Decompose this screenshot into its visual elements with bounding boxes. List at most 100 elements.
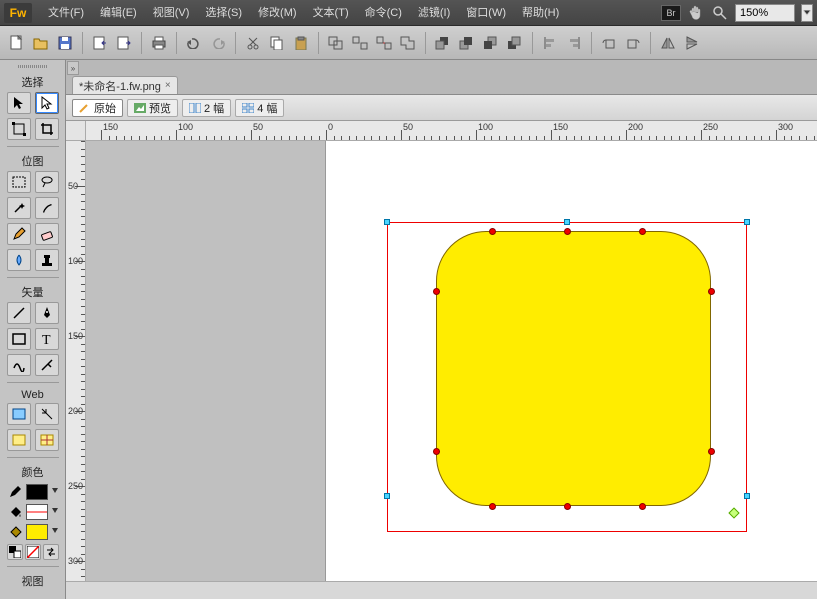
view-2up-button[interactable]: 2 幅 [182,99,231,117]
menu-help[interactable]: 帮助(H) [514,0,567,26]
selection-handle[interactable] [744,219,750,225]
brush-tool[interactable] [35,197,59,219]
anchor-point-handle[interactable] [564,228,571,235]
pen-tool[interactable] [35,302,59,324]
selection-handle[interactable] [564,219,570,225]
document-tab[interactable]: *未命名-1.fw.png × [72,76,178,94]
view-4up-button[interactable]: 4 幅 [235,99,284,117]
search-icon[interactable] [711,4,729,22]
hand-tool-icon[interactable] [687,4,705,22]
stamp-tool[interactable] [35,249,59,271]
swap-colors-button[interactable] [43,544,59,560]
selection-handle[interactable] [384,219,390,225]
undo-button[interactable] [183,32,205,54]
no-color-button[interactable] [25,544,41,560]
send-backward-button[interactable] [480,32,502,54]
menu-commands[interactable]: 命令(C) [357,0,410,26]
menu-file[interactable]: 文件(F) [40,0,92,26]
show-slices-button[interactable] [35,429,59,451]
knife-tool[interactable] [35,354,59,376]
pencil-tool[interactable] [7,223,31,245]
ungroup2-button[interactable] [373,32,395,54]
anchor-point-handle[interactable] [433,288,440,295]
eraser-tool[interactable] [35,223,59,245]
subselect-tool[interactable] [35,92,59,114]
ruler-vertical[interactable]: 50100150200250300350 [66,141,86,581]
print-button[interactable] [148,32,170,54]
union-button[interactable] [397,32,419,54]
document-tab-label: *未命名-1.fw.png [79,78,161,94]
menu-select[interactable]: 选择(S) [197,0,250,26]
export-button[interactable] [113,32,135,54]
hotspot-tool[interactable] [7,403,31,425]
rotate-right-button[interactable] [622,32,644,54]
stroke-swatch-dd[interactable] [52,488,58,496]
panel-grip[interactable] [5,62,61,70]
menu-text[interactable]: 文本(T) [305,0,357,26]
menu-filters[interactable]: 滤镜(I) [410,0,458,26]
zoom-input[interactable]: 150% [735,4,795,22]
flip-h-button[interactable] [657,32,679,54]
line-tool[interactable] [7,302,31,324]
crop-tool[interactable] [35,118,59,140]
import-button[interactable] [89,32,111,54]
ruler-horizontal[interactable]: 15010050050100150200250300350 [86,121,817,141]
menu-view[interactable]: 视图(V) [145,0,198,26]
slice-tool[interactable] [35,403,59,425]
menu-window[interactable]: 窗口(W) [458,0,514,26]
rotate-left-button[interactable] [598,32,620,54]
redo-button[interactable] [207,32,229,54]
fill-swatch[interactable] [26,524,48,540]
cut-button[interactable] [242,32,264,54]
align-right-button[interactable] [563,32,585,54]
anchor-point-handle[interactable] [489,228,496,235]
fill-swatch-dd[interactable] [52,508,58,516]
ruler-origin[interactable] [66,121,86,141]
selection-handle[interactable] [744,493,750,499]
fill2-swatch-dd[interactable] [52,528,58,536]
rect-tool[interactable] [7,328,31,350]
bring-forward-button[interactable] [456,32,478,54]
tp-section-bitmap: 位图 [22,153,44,169]
selection-handle[interactable] [384,493,390,499]
open-button[interactable] [30,32,52,54]
menu-edit[interactable]: 编辑(E) [92,0,145,26]
view-original-button[interactable]: 原始 [72,99,123,117]
fill-swatch-none[interactable] [26,504,48,520]
text-tool[interactable]: T [35,328,59,350]
anchor-point-handle[interactable] [639,228,646,235]
menu-modify[interactable]: 修改(M) [250,0,305,26]
close-tab-icon[interactable]: × [165,80,171,91]
align-left-button[interactable] [539,32,561,54]
anchor-point-handle[interactable] [708,448,715,455]
freeform-tool[interactable] [7,354,31,376]
anchor-point-handle[interactable] [639,503,646,510]
canvas-stage[interactable] [86,141,817,581]
ungroup-button[interactable] [349,32,371,54]
pointer-tool[interactable] [7,92,31,114]
wand-tool[interactable] [7,197,31,219]
save-button[interactable] [54,32,76,54]
blur-tool[interactable] [7,249,31,271]
view-preview-button[interactable]: 预览 [127,99,178,117]
copy-button[interactable] [266,32,288,54]
zoom-dropdown[interactable] [801,4,813,22]
paste-button[interactable] [290,32,312,54]
flip-v-button[interactable] [681,32,703,54]
anchor-point-handle[interactable] [433,448,440,455]
expand-panels-tab[interactable]: » [67,61,79,75]
send-back-button[interactable] [504,32,526,54]
group-button[interactable] [325,32,347,54]
hide-slices-button[interactable] [7,429,31,451]
bridge-badge[interactable]: Br [661,5,681,21]
bring-front-button[interactable] [432,32,454,54]
marquee-tool[interactable] [7,171,31,193]
lasso-tool[interactable] [35,171,59,193]
scale-tool[interactable] [7,118,31,140]
anchor-point-handle[interactable] [564,503,571,510]
anchor-point-handle[interactable] [708,288,715,295]
new-button[interactable] [6,32,28,54]
default-colors-button[interactable] [7,544,23,560]
anchor-point-handle[interactable] [489,503,496,510]
stroke-swatch[interactable] [26,484,48,500]
